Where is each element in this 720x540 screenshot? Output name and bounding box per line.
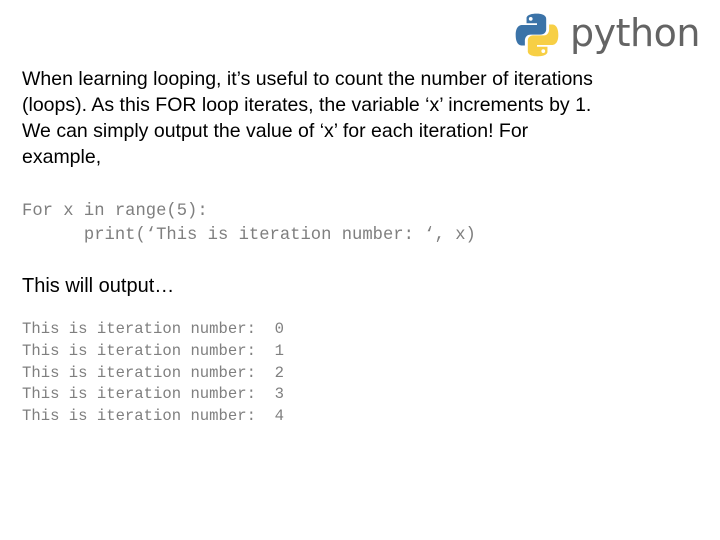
- python-logo-icon: [515, 13, 559, 57]
- intro-line: (loops). As this FOR loop iterates, the …: [22, 94, 592, 116]
- python-logo: python: [514, 10, 700, 60]
- code-line: For x in range(5):: [22, 202, 208, 221]
- intro-paragraph: When learning looping, it’s useful to co…: [22, 66, 702, 170]
- code-line: print(‘This is iteration number: ‘, x): [22, 226, 476, 245]
- output-prefix: This is iteration number:: [22, 320, 256, 338]
- code-block: For x in range(5): print(‘This is iterat…: [22, 200, 476, 248]
- output-prefix: This is iteration number:: [22, 407, 256, 426]
- output-label: This will output…: [22, 275, 175, 297]
- output-row: This is iteration number: 1: [22, 341, 284, 363]
- intro-line: When learning looping, it’s useful to co…: [22, 68, 593, 90]
- python-wordmark: python: [570, 11, 700, 55]
- output-prefix: This is iteration number:: [22, 341, 256, 360]
- intro-line: We can simply output the value of ‘x’ fo…: [22, 120, 529, 142]
- output-value: 0: [274, 320, 285, 338]
- output-value: 1: [274, 341, 285, 360]
- output-row: This is iteration number: 3: [22, 384, 284, 406]
- output-prefix: This is iteration number:: [22, 363, 256, 382]
- output-row: This is iteration number: 0: [22, 319, 284, 341]
- output-row: This is iteration number: 2: [22, 363, 284, 385]
- output-value: 4: [274, 407, 285, 426]
- output-value: 2: [274, 363, 285, 382]
- output-row: This is iteration number: 4: [22, 406, 284, 428]
- intro-line: example,: [22, 146, 102, 168]
- output-block: This is iteration number: 0 This is itera…: [22, 319, 284, 428]
- output-prefix: This is iteration number:: [22, 385, 256, 404]
- output-value: 3: [274, 385, 285, 404]
